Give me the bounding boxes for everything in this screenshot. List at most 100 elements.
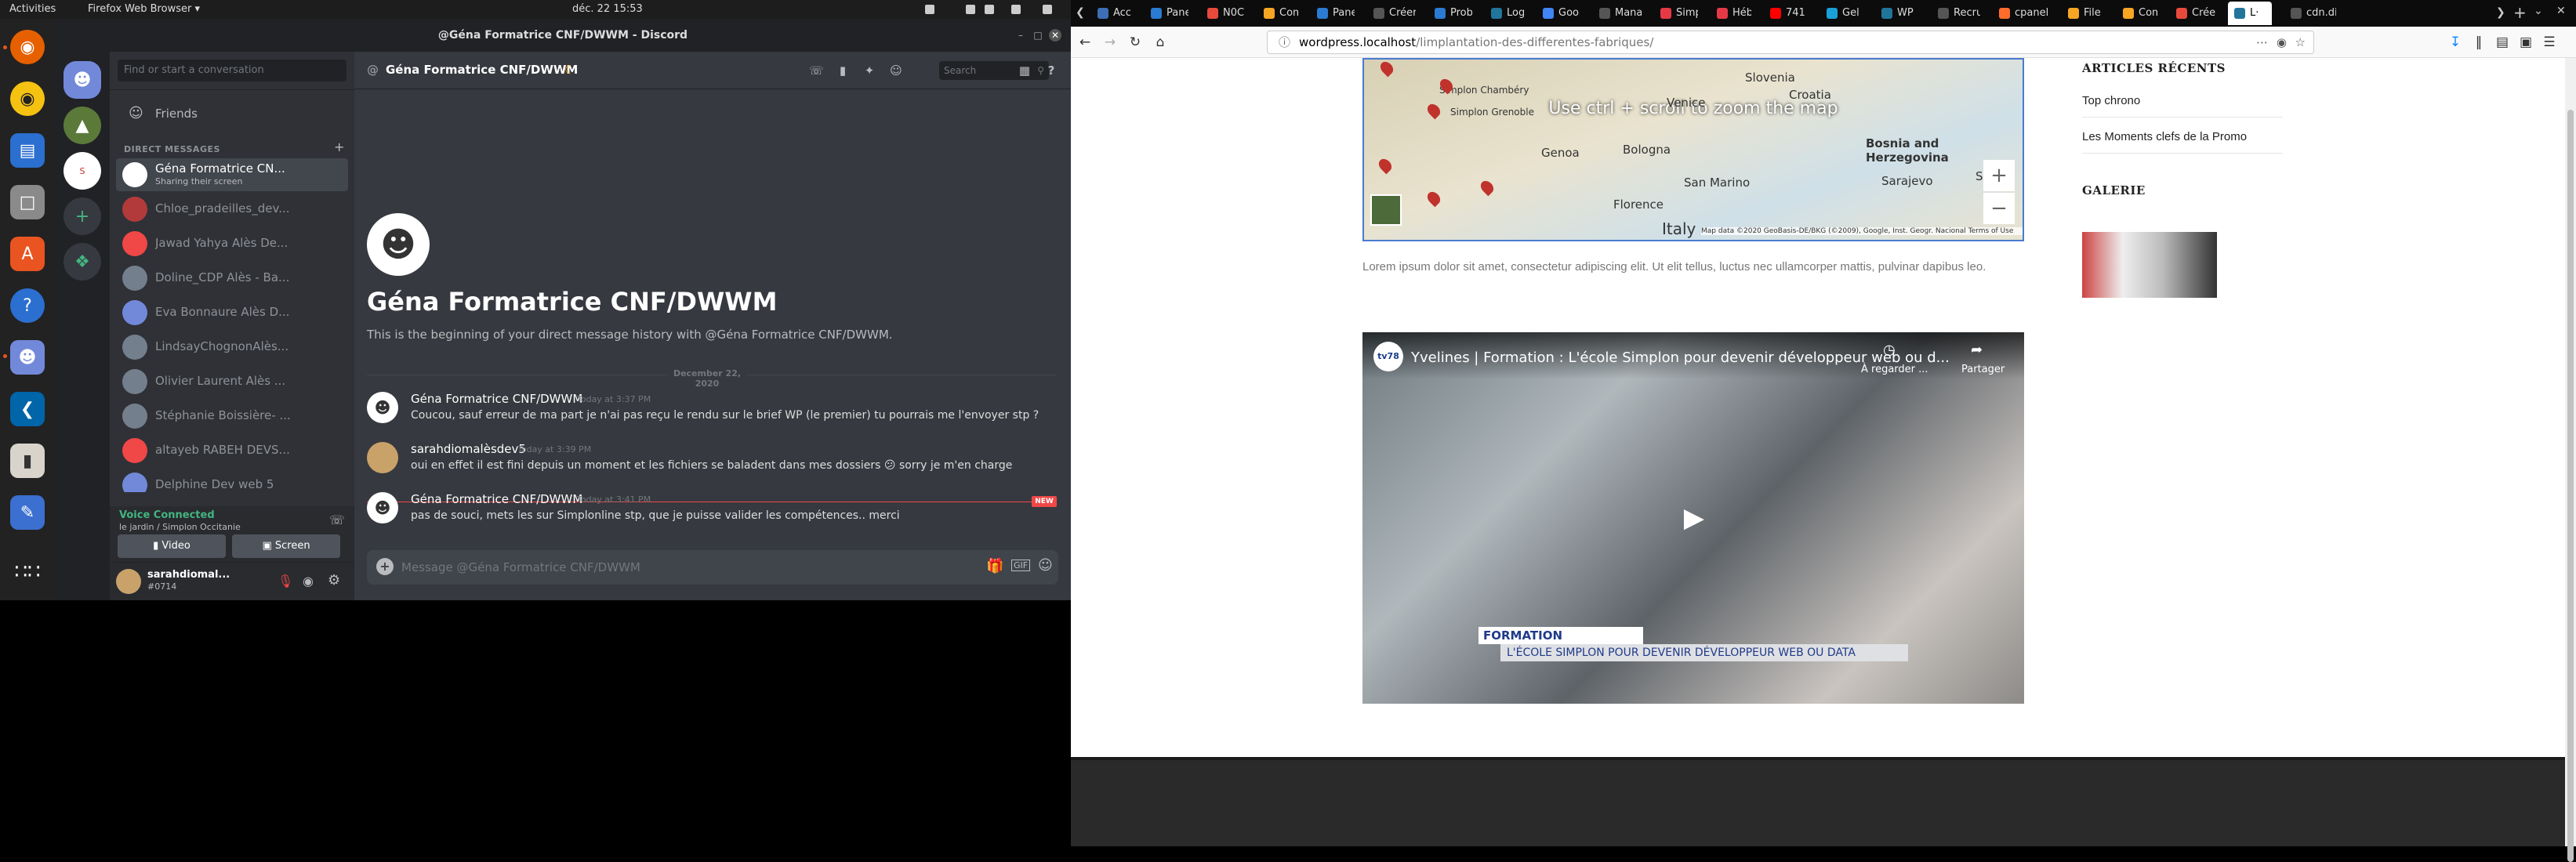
mute-icon[interactable]: 🎙	[278, 574, 293, 589]
window-close-icon[interactable]: ✕	[2556, 5, 2566, 17]
close-icon[interactable]: ✕	[1049, 29, 1061, 42]
browser-tab[interactable]: Pane	[1311, 2, 1355, 25]
browser-tab[interactable]: Pane	[1145, 2, 1188, 25]
firefox-icon[interactable]: ◉	[10, 30, 45, 64]
help-icon[interactable]: ?	[1044, 63, 1058, 78]
screenshot-icon[interactable]: ▣	[2518, 34, 2534, 50]
message-author[interactable]: sarahdiomalèsdev5	[411, 442, 526, 456]
system-clock[interactable]: déc. 22 15:53	[572, 3, 643, 15]
files-icon[interactable]: □	[10, 185, 45, 219]
browser-tab[interactable]: cpanel	[1993, 2, 2049, 25]
explore-servers-icon[interactable]: ❖	[63, 243, 101, 281]
dm-item[interactable]: Stéphanie Boissière- ...	[116, 400, 348, 433]
disconnect-icon[interactable]: ☏	[329, 512, 345, 527]
dm-item[interactable]: altayeb RABEH DEVS...	[116, 434, 348, 467]
menu-hamburger-icon[interactable]: ☰	[2542, 34, 2557, 50]
pocket-icon[interactable]: ◉	[2277, 31, 2287, 53]
friends-nav-item[interactable]: ☺ Friends	[116, 97, 348, 130]
browser-tab[interactable]: Goo	[1537, 2, 1580, 25]
gallery-image[interactable]	[2082, 232, 2217, 298]
scroll-tabs-right-icon[interactable]: ❯	[2496, 6, 2505, 19]
forward-icon[interactable]: →	[1102, 34, 1118, 50]
message-author[interactable]: Géna Formatrice CNF/DWWM	[411, 492, 582, 506]
page-scrollbar[interactable]	[2565, 58, 2576, 862]
browser-tab[interactable]: Créer un	[1367, 2, 1416, 25]
youtube-embed[interactable]: tv78 Yvelines | Formation : L'école Simp…	[1362, 332, 2024, 704]
libreoffice-writer-icon[interactable]: ▤	[10, 133, 45, 168]
home-discord-icon[interactable]: ☻	[63, 61, 101, 99]
rhythmbox-icon[interactable]: ◉	[10, 81, 45, 116]
browser-tab[interactable]: Recruta	[1932, 2, 1980, 25]
dm-item[interactable]: Olivier Laurent Alès ...	[116, 365, 348, 398]
browser-tab[interactable]: Simp	[1654, 2, 1698, 25]
watch-later-label[interactable]: À regarder ...	[1861, 364, 1928, 375]
headphones-icon[interactable]: ◉	[303, 574, 314, 589]
share-label[interactable]: Partager	[1961, 364, 2005, 375]
network-icon[interactable]	[966, 5, 975, 14]
volume-icon[interactable]	[985, 5, 994, 14]
vscode-icon[interactable]: ❮	[10, 392, 45, 426]
message-author[interactable]: Géna Formatrice CNF/DWWM	[411, 392, 582, 406]
app-menu[interactable]: Firefox Web Browser ▾	[88, 3, 200, 15]
dm-item[interactable]: Chloe_pradeilles_dev...	[116, 193, 348, 226]
gift-icon[interactable]: 🎁	[986, 558, 1003, 574]
home-icon[interactable]: ⌂	[1152, 34, 1168, 50]
screen-share-button[interactable]: ▣ Screen	[232, 534, 340, 558]
browser-tab[interactable]: Gel	[1820, 2, 1863, 25]
browser-tab[interactable]: Log	[1485, 2, 1524, 25]
simplon-server-icon[interactable]: S	[63, 152, 101, 190]
map-satellite-toggle[interactable]	[1370, 194, 1402, 226]
add-friend-icon[interactable]: ☺	[889, 63, 903, 78]
voice-call-icon[interactable]: ☏	[809, 63, 824, 78]
dm-item[interactable]: Doline_CDP Alès - Ba...	[116, 262, 348, 295]
sidebar-icon[interactable]: ▤	[2494, 34, 2510, 50]
activities-button[interactable]: Activities	[9, 3, 56, 15]
play-button-icon[interactable]: ▶	[1673, 497, 1715, 539]
browser-tab[interactable]: Crée	[2170, 2, 2215, 25]
avatar[interactable]: ☻	[367, 392, 398, 423]
browser-tab[interactable]: L·	[2228, 2, 2272, 25]
battery-icon[interactable]	[1011, 5, 1021, 14]
bookmark-star-icon[interactable]: ☆	[2295, 31, 2306, 53]
browser-tab[interactable]: Prob	[1428, 2, 1472, 25]
message-input[interactable]: + Message @Géna Formatrice CNF/DWWM 🎁 GI…	[367, 550, 1058, 585]
usb-drive-icon[interactable]: ▮	[10, 444, 45, 478]
dm-item[interactable]: Géna Formatrice CN... Sharing their scre…	[116, 158, 348, 191]
server-icon[interactable]: ▲	[63, 107, 101, 144]
dm-item[interactable]: LindsayChognonAlès...	[116, 331, 348, 364]
scrollbar-thumb[interactable]	[2567, 110, 2574, 862]
tab-list-icon[interactable]: ⌄	[2534, 5, 2543, 17]
channel-logo[interactable]: tv78	[1373, 342, 1403, 371]
browser-tab[interactable]: Manage	[1593, 2, 1642, 25]
video-button[interactable]: ▮ Video	[118, 534, 226, 558]
share-arrow-icon[interactable]: ➦	[1971, 342, 1983, 358]
dm-item[interactable]: Jawad Yahya Alès De...	[116, 227, 348, 260]
minimize-icon[interactable]: –	[1014, 29, 1027, 42]
watch-later-clock-icon[interactable]: ◷	[1883, 342, 1896, 358]
gif-icon[interactable]: GIF	[1011, 560, 1031, 571]
browser-tab[interactable]: N0C	[1201, 2, 1245, 25]
map-zoom-in-button[interactable]: +	[1983, 160, 2015, 191]
browser-tab[interactable]: 741	[1764, 2, 1808, 25]
back-icon[interactable]: ←	[1077, 34, 1093, 50]
avatar[interactable]	[116, 569, 141, 594]
browser-tab[interactable]: File	[2062, 2, 2104, 25]
recent-article-link[interactable]: Top chrono	[2082, 94, 2283, 118]
avatar[interactable]	[367, 442, 398, 473]
scroll-tabs-left-icon[interactable]: ❮	[1076, 6, 1085, 19]
browser-tab[interactable]: Accu	[1091, 2, 1132, 25]
browser-tab[interactable]: Com	[1257, 2, 1298, 25]
dm-search-input[interactable]: Find or start a conversation	[118, 60, 346, 81]
page-actions-icon[interactable]: ⋯	[2256, 31, 2268, 53]
browser-tab[interactable]: Héb	[1711, 2, 1751, 25]
help-icon[interactable]: ?	[10, 288, 45, 323]
browser-tab[interactable]: Com	[2117, 2, 2157, 25]
maximize-icon[interactable]: □	[1032, 29, 1044, 42]
page-info-icon[interactable]: ⓘ	[1279, 31, 1290, 53]
map-zoom-out-button[interactable]: −	[1983, 193, 2015, 224]
create-dm-icon[interactable]: +	[334, 139, 344, 154]
reload-icon[interactable]: ↻	[1127, 34, 1143, 50]
power-menu-icon[interactable]	[1043, 5, 1052, 14]
url-bar[interactable]: ⓘ wordpress.localhost/limplantation-des-…	[1267, 31, 2314, 54]
emoji-icon[interactable]: ☺	[1038, 557, 1053, 574]
